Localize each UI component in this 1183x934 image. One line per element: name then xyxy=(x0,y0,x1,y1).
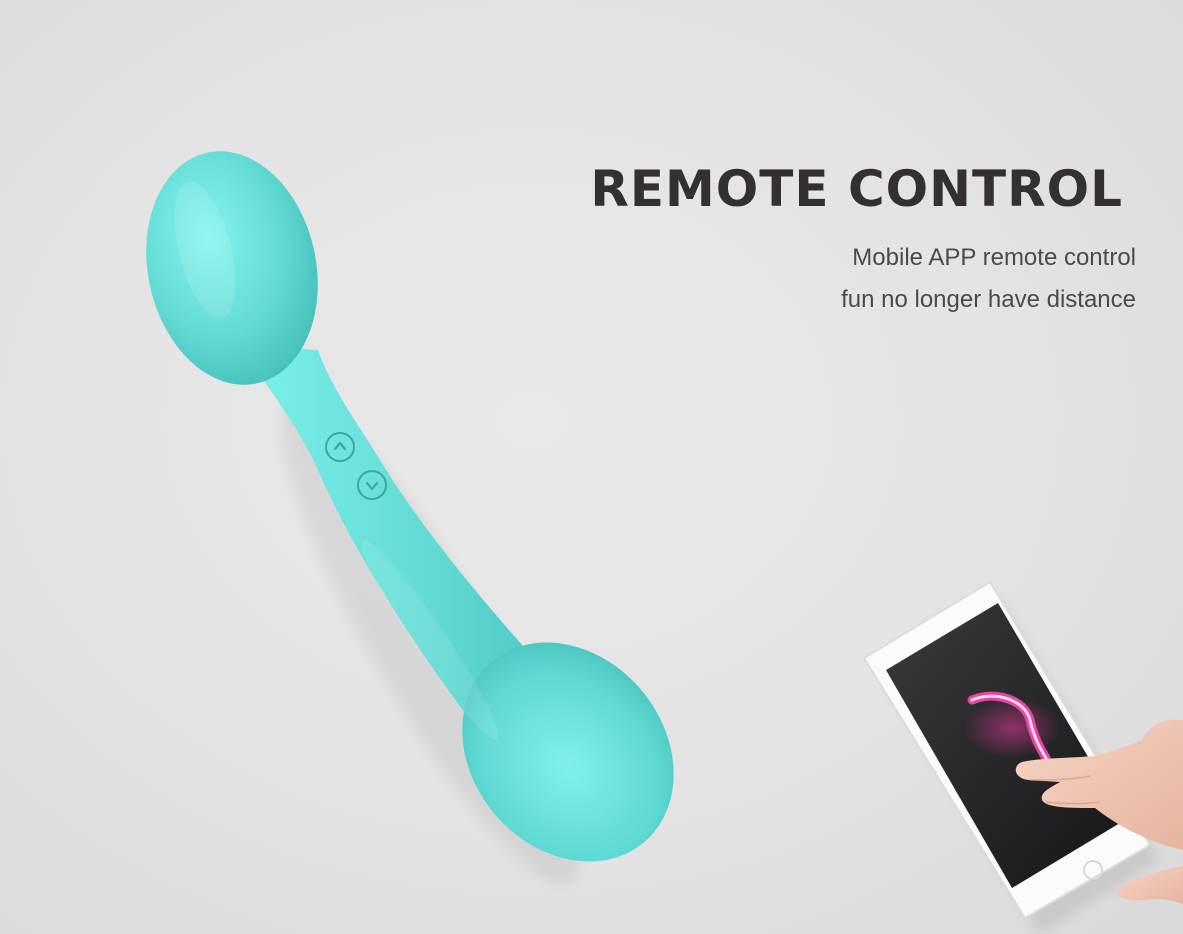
subtitle-line-2: fun no longer have distance xyxy=(841,286,1136,313)
product-illustration xyxy=(146,151,1183,934)
headline: REMOTE CONTROL xyxy=(590,160,1123,218)
subtitle-line-1: Mobile APP remote control xyxy=(852,244,1136,271)
